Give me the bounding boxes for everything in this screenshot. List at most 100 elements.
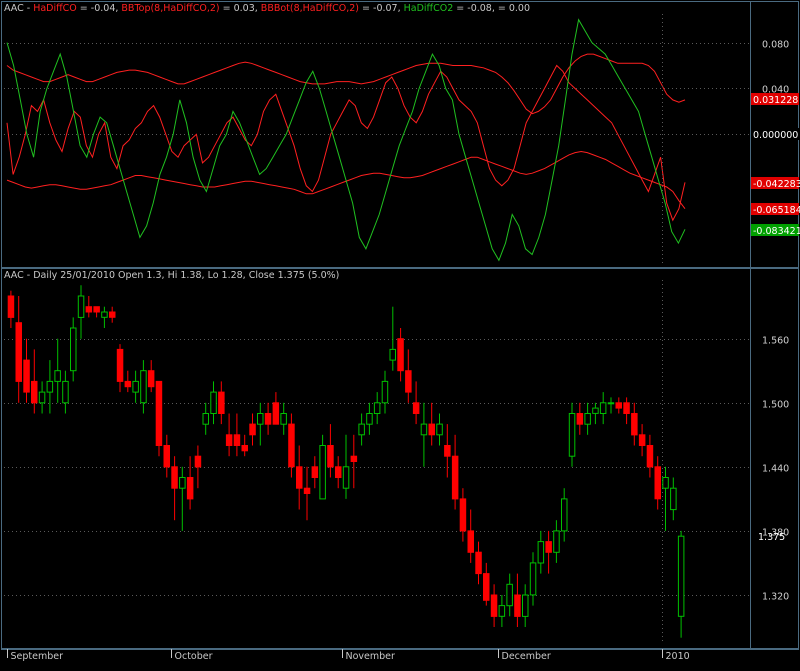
indicator-header: AAC - HaDiffCO = -0.04, BBTop(8,HaDiffCO… <box>4 3 530 14</box>
candle-body-down <box>147 370 155 388</box>
candle-body-down <box>311 466 319 478</box>
indicator-series-name: HaDiffCO2 <box>404 3 454 14</box>
candle-body-up <box>132 380 139 393</box>
candle-body-up <box>140 370 147 404</box>
candle-body-up <box>373 402 381 414</box>
candle-body-up <box>280 413 287 425</box>
candle-body-down <box>288 423 295 468</box>
candle-body-up <box>670 487 677 511</box>
indicator-symbol: AAC - <box>4 3 33 14</box>
candle-body-up <box>662 477 669 489</box>
candle-body-up <box>677 535 685 617</box>
candle-body-up <box>506 583 513 607</box>
candle-body-up <box>62 380 69 404</box>
candle-body-down <box>397 338 404 372</box>
indicator-series-value: = 0.00 <box>498 3 530 14</box>
candle-body-down <box>233 434 241 446</box>
candle-body-down <box>171 466 178 489</box>
indicator-value-tag-label: 0.031228 <box>753 95 798 106</box>
candle-body-down <box>303 487 311 495</box>
candle-body-up <box>553 530 560 553</box>
last-price-label: 1.375 <box>758 532 785 543</box>
candle-body-down <box>350 455 358 463</box>
candle-body-up <box>389 348 396 361</box>
candle-body-up <box>568 413 576 457</box>
candle-body-down <box>327 445 334 468</box>
candle-body-up <box>77 295 85 318</box>
candle-body-up <box>46 380 54 393</box>
candle-body-up <box>420 423 428 436</box>
indicator-value-tag-label: -0.042283 <box>753 179 800 190</box>
candle-body-down <box>23 359 30 393</box>
date-tick-label: September <box>11 651 64 662</box>
date-tick-label: November <box>346 651 396 662</box>
candle-body-down <box>249 423 256 436</box>
candle-body-up <box>342 466 350 489</box>
candle-body-down <box>545 541 552 553</box>
candle-body-down <box>218 391 225 415</box>
candle-body-up <box>529 562 537 596</box>
candle-body-down <box>475 551 482 575</box>
indicator-series-name: BBTop(8,HaDiffCO,2) <box>121 3 219 14</box>
indicator-series-name: HaDiffCO <box>33 3 77 14</box>
candle-body-down <box>459 498 467 532</box>
candle-body-down <box>7 295 15 318</box>
candle-body-up <box>584 413 591 425</box>
candle-body-down <box>15 322 22 382</box>
candle-body-down <box>93 306 100 313</box>
candle-body-down <box>631 413 638 436</box>
candle-body-up <box>70 327 77 372</box>
date-tick-label: 2010 <box>666 651 690 662</box>
candle-body-down <box>124 380 132 388</box>
date-tick-label: December <box>502 651 551 662</box>
candle-body-down <box>444 445 451 457</box>
price-tick-label: 1.560 <box>762 336 789 347</box>
candle-body-up <box>179 477 186 489</box>
candle-body-up <box>358 423 365 436</box>
candle-body-down <box>467 530 474 553</box>
candle-body-up <box>599 402 607 414</box>
candle-body-down <box>296 466 303 489</box>
candle-body-up <box>101 311 108 318</box>
candle-body-down <box>451 455 459 500</box>
stock-chart: AAC - HaDiffCO = -0.04, BBTop(8,HaDiffCO… <box>0 0 800 671</box>
candle-body-down <box>225 434 233 446</box>
candle-body-up <box>522 594 529 617</box>
indicator-series-value: = -0.04, <box>77 3 122 14</box>
indicator-series-value: = 0.03, <box>220 3 261 14</box>
candle-body-down <box>654 466 661 500</box>
indicator-series-value: = -0.08, <box>453 3 498 14</box>
candle-body-down <box>85 306 93 313</box>
candle-body-down <box>514 594 521 617</box>
indicator-tick-label: 0.080 <box>762 40 789 51</box>
candle-body-down <box>638 434 646 446</box>
candle-body-down <box>646 445 654 468</box>
candle-body-up <box>561 498 568 532</box>
candle-body-down <box>405 370 412 393</box>
candle-body-up <box>607 402 615 405</box>
date-tick-label: October <box>175 651 213 662</box>
candle-body-down <box>490 594 498 617</box>
candle-body-up <box>436 423 443 436</box>
candle-body-down <box>116 348 124 382</box>
indicator-series-name: BBBot(8,HaDiffCO,2) <box>261 3 359 14</box>
candle-body-down <box>576 413 584 425</box>
candle-body-down <box>272 402 280 425</box>
candle-body-down <box>163 445 170 468</box>
candle-body-down <box>31 380 38 404</box>
candle-body-up <box>319 445 326 500</box>
candle-body-down <box>428 423 435 436</box>
candle-body-down <box>412 402 420 414</box>
candle-body-down <box>264 413 272 425</box>
candle-body-up <box>498 605 506 617</box>
candle-body-up <box>537 541 545 564</box>
price-tick-label: 1.500 <box>762 400 789 411</box>
candle-body-up <box>381 380 389 404</box>
candle-body-up <box>38 391 46 404</box>
indicator-series-value: = -0.07, <box>359 3 404 14</box>
price-tick-label: 1.440 <box>762 464 789 475</box>
candle-body-down <box>194 455 202 468</box>
candle-body-up <box>54 370 61 382</box>
candle-body-down <box>615 402 622 409</box>
candle-body-up <box>366 413 373 425</box>
